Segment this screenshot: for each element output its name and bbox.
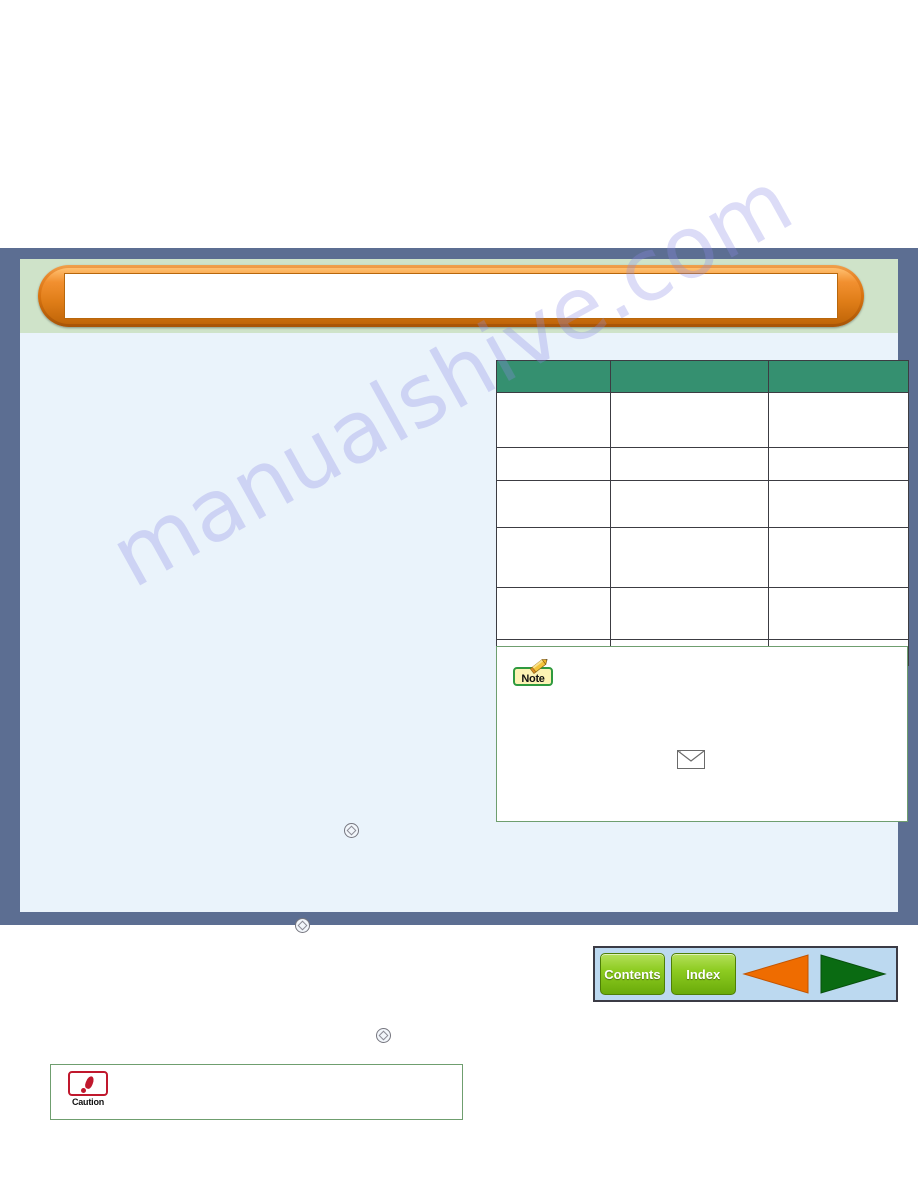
- circle-diamond-icon: [376, 1028, 391, 1043]
- title-plate: [64, 273, 838, 319]
- table-cell: [768, 587, 909, 640]
- next-page-button[interactable]: [816, 951, 887, 997]
- index-button-label: Index: [686, 966, 721, 982]
- step-marker-3: [376, 1028, 396, 1043]
- table-cell: [610, 587, 769, 640]
- navigation-bar: Contents Index: [593, 946, 898, 1002]
- caution-badge: Caution: [65, 1071, 111, 1107]
- title-bar: [38, 265, 864, 327]
- note-label: Note: [521, 673, 545, 685]
- table-cell: [496, 447, 611, 481]
- table-cell: [496, 587, 611, 640]
- table-cell: [768, 392, 909, 448]
- arrow-left-icon: [742, 954, 809, 994]
- note-callout: Note: [496, 646, 908, 822]
- contents-button-label: Contents: [604, 966, 661, 982]
- table-row: [496, 480, 909, 528]
- left-content-column: Caution: [20, 333, 472, 1120]
- table-cell: [496, 527, 611, 588]
- caution-label: Caution: [71, 1097, 105, 1107]
- table-header-cell: [610, 360, 769, 393]
- table-header-row: [496, 360, 909, 393]
- table-row: [496, 392, 909, 448]
- circle-diamond-icon: [344, 823, 359, 838]
- table-cell: [768, 447, 909, 481]
- caution-exclamation-icon: [68, 1071, 108, 1096]
- table-cell: [496, 480, 611, 528]
- table-cell: [768, 527, 909, 588]
- table-header-cell: [768, 360, 909, 393]
- exclamation-dot: [81, 1088, 86, 1093]
- table-cell: [610, 480, 769, 528]
- right-content-column: Note: [472, 333, 909, 912]
- table-cell: [610, 527, 769, 588]
- envelope-flap-icon: [678, 751, 704, 762]
- table-cell: [610, 447, 769, 481]
- caution-callout: Caution: [50, 1064, 463, 1120]
- specification-table: [496, 360, 909, 666]
- exclamation-stroke: [83, 1075, 96, 1090]
- table-cell: [768, 480, 909, 528]
- table-cell: [610, 392, 769, 448]
- index-button[interactable]: Index: [670, 953, 736, 995]
- step-marker-1: [344, 823, 364, 838]
- manual-page: Caution Note Contents Index: [20, 259, 909, 1120]
- manual-page-frame: Caution Note Contents Index: [0, 248, 918, 1120]
- step-marker-2: [295, 918, 315, 933]
- note-badge: Note: [513, 659, 555, 686]
- table-row: [496, 587, 909, 640]
- page-content: Caution Note Contents Index: [20, 333, 909, 1120]
- table-row: [496, 447, 909, 481]
- envelope-icon: [677, 750, 705, 769]
- page-header-strip: [20, 259, 898, 333]
- previous-page-button[interactable]: [742, 951, 813, 997]
- circle-diamond-icon: [295, 918, 310, 933]
- contents-button[interactable]: Contents: [600, 953, 665, 995]
- table-header-cell: [496, 360, 611, 393]
- arrow-right-icon: [820, 954, 887, 994]
- table-row: [496, 527, 909, 588]
- table-cell: [496, 392, 611, 448]
- pencil-icon: [529, 659, 548, 674]
